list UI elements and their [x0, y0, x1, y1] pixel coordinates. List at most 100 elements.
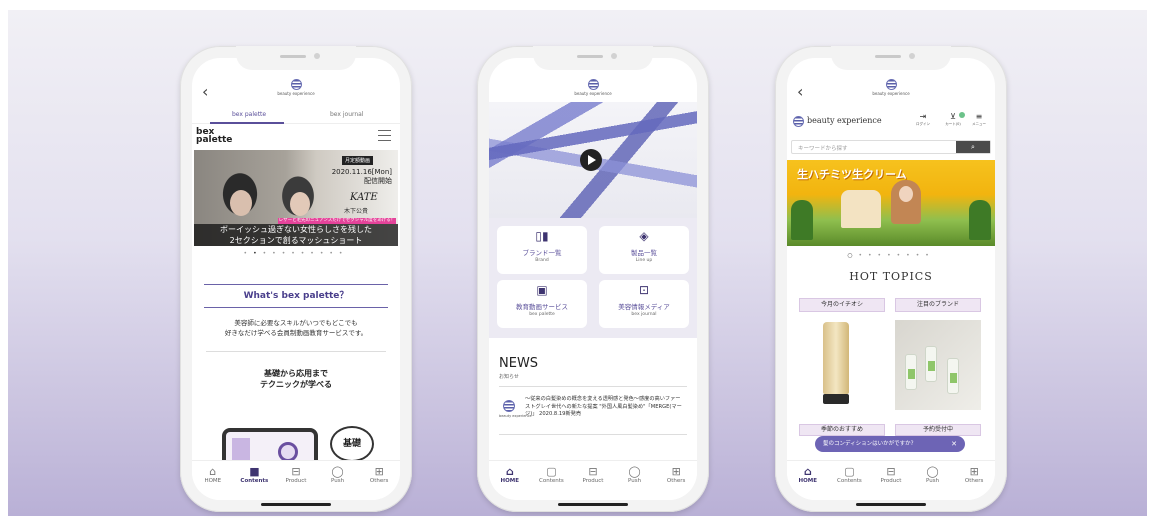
description: 美容師に必要なスキルがいつでもどこでも 好きなだけ学べる会員制動画教育サービスで…: [224, 319, 368, 337]
brand-name[interactable]: beauty experience: [807, 116, 882, 125]
close-icon[interactable]: ✕: [951, 436, 957, 452]
card-label-monthly-pick[interactable]: 今月のイチオシ: [799, 298, 885, 312]
tab-product[interactable]: ⊟ Product: [871, 465, 911, 500]
tab-push[interactable]: ◯ Push: [913, 465, 953, 500]
logo-caption: beauty experience: [574, 91, 612, 96]
home-icon: ⌂: [803, 465, 812, 478]
release-date: 2020.11.16[Mon] 配信開始: [331, 168, 392, 185]
brand-bar: beauty experience ⇥ ログイン ⊻ カート(0) ≡ メニュー: [787, 110, 995, 134]
menu-education-video[interactable]: ▣ 教育動画サービス bex palette: [497, 280, 587, 328]
menu-brand-list[interactable]: ▯▮ ブランド一覧 Brand: [497, 226, 587, 274]
search-icon[interactable]: ⌕: [956, 141, 990, 153]
bex-logo[interactable]: beauty experience: [568, 79, 618, 96]
search-input[interactable]: キーワードから探す: [798, 144, 848, 152]
artist-name: 木下公貴: [344, 208, 369, 215]
news-heading: NEWS: [499, 356, 539, 371]
speech-bubble: 基礎: [330, 426, 374, 462]
bottle-image: [947, 358, 959, 394]
condition-toast[interactable]: 髪のコンディションはいかがですか？ ✕: [815, 436, 965, 452]
search-bar[interactable]: キーワードから探す ⌕: [791, 140, 991, 154]
model-photo: [290, 192, 310, 216]
promo-banner[interactable]: 生ハチミツ生クリーム: [787, 160, 995, 246]
orb-logo-icon: [503, 400, 515, 412]
tab-bex-journal[interactable]: bex journal: [330, 111, 364, 118]
tab-product[interactable]: ⊟ Product: [573, 465, 613, 500]
menu-product-list[interactable]: ◈ 製品一覧 Line up: [599, 226, 689, 274]
bottom-tab-bar: ⌂ HOME ■ Contents ⊟ Product ◯ Push ⊞ Others: [192, 460, 400, 500]
bottles-icon: ▯▮: [535, 229, 549, 243]
bottom-tab-bar: ⌂ HOME ▢ Contents ⊟ Product ◯ Push ⊞ Others: [489, 460, 697, 500]
kate-logo: KATE: [350, 192, 378, 203]
phone-shop: ‹ beauty experience beauty experience ⇥ ロ…: [775, 46, 1007, 512]
tab-product[interactable]: ⊟ Product: [276, 465, 316, 500]
tab-contents[interactable]: ▢ Contents: [829, 465, 869, 500]
tab-others[interactable]: ⊞ Others: [359, 465, 399, 500]
banner-title: 生ハチミツ生クリーム: [797, 168, 907, 181]
card-label-seasonal[interactable]: 季節のおすすめ: [799, 424, 885, 436]
orb-logo-icon: [793, 116, 804, 127]
bex-logo[interactable]: beauty experience: [271, 79, 321, 96]
hero-caption: ボーイッシュ過ぎない女性らしさを残した 2セクションで創るマッシュショート: [194, 224, 398, 246]
menu-panel: ▯▮ ブランド一覧 Brand ◈ 製品一覧 Line up ▣ 教育動画サービ…: [489, 218, 697, 338]
product-icon: ⊟: [291, 465, 301, 478]
phone-notch: [831, 46, 951, 70]
tab-others[interactable]: ⊞ Others: [954, 465, 994, 500]
phone-screen: beauty experience ▯▮ ブランド一覧 Brand ◈ 製品一覧…: [489, 58, 697, 500]
home-indicator: [558, 503, 628, 506]
model-photo: [230, 190, 252, 216]
cart-badge: [959, 112, 965, 118]
news-subheading: お知らせ: [499, 374, 519, 380]
tab-home[interactable]: ⌂ HOME: [490, 465, 530, 500]
carousel-dots[interactable]: •••••••••••: [192, 250, 400, 257]
bottle-image: [925, 346, 937, 382]
card-label-featured-brand[interactable]: 注目のブランド: [895, 298, 981, 312]
tab-contents[interactable]: ▢ Contents: [531, 465, 571, 500]
header: ‹ beauty experience: [787, 76, 995, 108]
home-icon: ⌂: [505, 465, 514, 478]
video-hero[interactable]: [489, 102, 697, 218]
menu-icon[interactable]: ≡ メニュー: [969, 112, 989, 127]
chat-icon: ◯: [926, 465, 939, 478]
section-title: What's bex palette？: [204, 284, 388, 308]
grid-icon: ⊞: [969, 465, 979, 478]
phone-screen: ‹ beauty experience beauty experience ⇥ ロ…: [787, 58, 995, 500]
back-chevron-icon[interactable]: ‹: [202, 82, 208, 101]
home-indicator: [261, 503, 331, 506]
bex-logo[interactable]: beauty experience: [866, 79, 916, 96]
carousel-dots[interactable]: ○••••••••: [787, 252, 995, 259]
bex-palette-logo[interactable]: bex palette: [196, 128, 232, 145]
sub-tabs: bex palette bex journal: [192, 108, 400, 124]
video-icon: ▣: [536, 283, 548, 297]
menu-beauty-media[interactable]: ⊡ 美容情報メディア bex journal: [599, 280, 689, 328]
featured-brand-image[interactable]: [895, 320, 981, 410]
hero-banner[interactable]: 月定額動画 2020.11.16[Mon] 配信開始 KATE 木下公貴 レザー…: [194, 150, 398, 246]
tab-push[interactable]: ◯ Push: [318, 465, 358, 500]
active-tab-underline: [210, 122, 284, 124]
tab-others[interactable]: ⊞ Others: [656, 465, 696, 500]
tab-home[interactable]: ⌂ HOME: [788, 465, 828, 500]
orb-logo-icon: [290, 79, 302, 90]
product-tube-image[interactable]: [823, 322, 849, 404]
login-icon[interactable]: ⇥ ログイン: [913, 112, 933, 127]
orb-logo-icon: [587, 79, 599, 90]
tab-home[interactable]: ⌂ HOME: [193, 465, 233, 500]
hamburger-menu-icon[interactable]: [378, 130, 391, 145]
logo-caption: beauty experience: [872, 91, 910, 96]
tab-bex-palette[interactable]: bex palette: [232, 111, 266, 118]
phone-menu: beauty experience ▯▮ ブランド一覧 Brand ◈ 製品一覧…: [477, 46, 709, 512]
phone-bex-palette: ‹ beauty experience bex palette bex jour…: [180, 46, 412, 512]
play-icon[interactable]: [580, 149, 602, 171]
back-chevron-icon[interactable]: ‹: [797, 82, 803, 101]
chat-icon: ◯: [628, 465, 641, 478]
tab-push[interactable]: ◯ Push: [615, 465, 655, 500]
contents-icon: ▢: [844, 465, 855, 478]
grid-icon: ⊞: [671, 465, 681, 478]
tab-contents[interactable]: ■ Contents: [234, 465, 274, 500]
bottle-image: [905, 354, 917, 390]
book-icon: ⊡: [638, 283, 650, 297]
hot-topics-heading: HOT TOPICS: [849, 270, 933, 283]
bottom-tab-bar: ⌂ HOME ▢ Contents ⊟ Product ◯ Push ⊞ Others: [787, 460, 995, 500]
card-label-preorder[interactable]: 予約受付中: [895, 424, 981, 436]
orb-logo-icon: [885, 79, 897, 90]
learn-heading: 基礎から応用まで テクニックが学べる: [260, 369, 332, 389]
